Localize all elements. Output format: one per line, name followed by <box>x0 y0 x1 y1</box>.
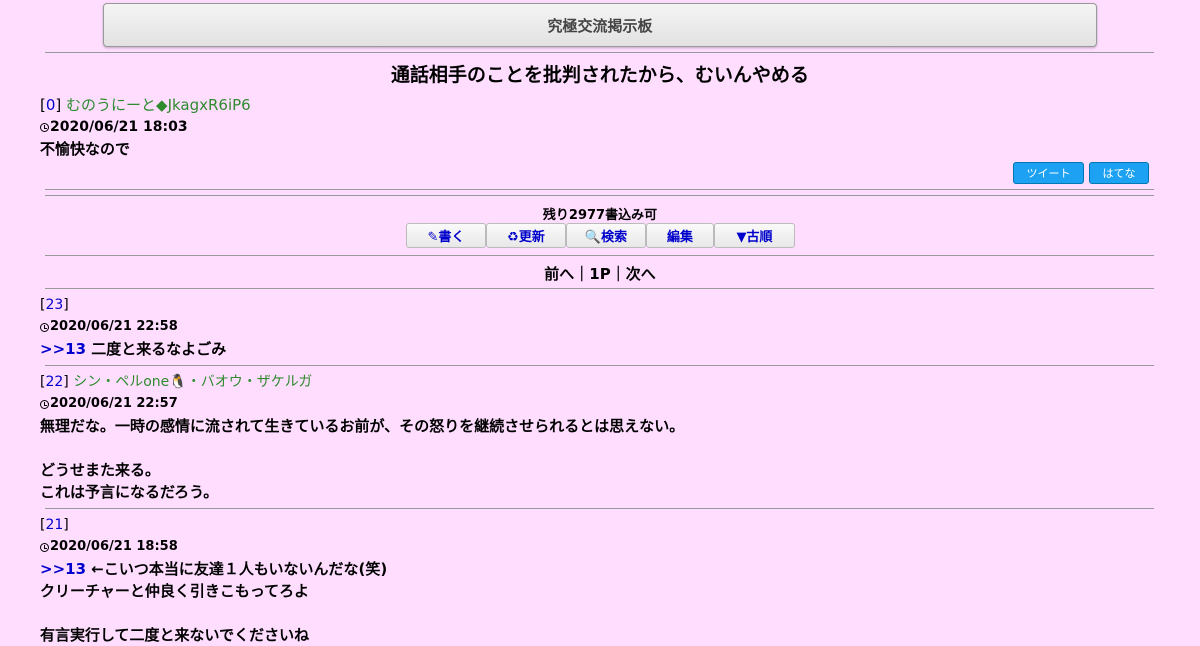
clock-icon <box>40 399 49 409</box>
post-date-row: 2020/06/21 22:57 <box>40 393 1150 415</box>
post-body-line: >>13 二度と来るなよごみ <box>40 338 1150 360</box>
nav-button-row: ✎書く ♻更新 🔍検索 編集 ▼古順 <box>406 223 795 248</box>
post-text: ←こいつ本当に友達１人もいないんだな(笑) <box>91 560 388 578</box>
post-date: 2020/06/21 22:58 <box>50 319 178 334</box>
post-number-link[interactable]: 0 <box>46 96 56 114</box>
pager-prev[interactable]: 前へ <box>544 265 574 283</box>
refresh-button[interactable]: ♻更新 <box>486 223 566 248</box>
clock-icon <box>40 122 49 132</box>
post-number-link[interactable]: 22 <box>45 374 63 390</box>
post-header: [22] シン・ペルone🐧・バオウ・ザケルガ <box>40 374 313 390</box>
op-post: [0] むのうにーと◆JkagxR6iP6 2020/06/21 18:03 不… <box>40 94 1150 160</box>
reply-anchor-link[interactable]: >>13 <box>40 340 86 358</box>
pager-separator: ｜ <box>574 265 590 283</box>
post-body-line: 有言実行して二度と来ないでくださいね <box>40 626 310 644</box>
post-text: 二度と来るなよごみ <box>91 340 227 358</box>
post-author: むのうにーと◆JkagxR6iP6 <box>66 96 251 114</box>
thread-title: 通話相手のことを批判されたから、むいんやめる <box>390 64 809 86</box>
hatena-button[interactable]: はてな <box>1089 162 1149 184</box>
pager-current[interactable]: 1P <box>589 265 610 283</box>
post-body: 不愉快なので <box>40 140 131 158</box>
post-body-line: >>13 ←こいつ本当に友達１人もいないんだな(笑) <box>40 558 1150 580</box>
post-body-line <box>40 602 1150 624</box>
post-date-row: 2020/06/21 18:58 <box>40 536 1150 558</box>
post-header: [23] <box>40 297 69 313</box>
divider <box>45 189 1154 190</box>
pager-next[interactable]: 次へ <box>626 265 656 283</box>
tweet-button[interactable]: ツイート <box>1013 162 1084 184</box>
post-number-link[interactable]: 23 <box>45 297 63 313</box>
pager-separator: ｜ <box>610 265 626 283</box>
remaining-count: 残り2977書込み可 <box>542 208 658 223</box>
post-date: 2020/06/21 18:03 <box>50 119 188 135</box>
sort-old-button[interactable]: ▼古順 <box>714 223 795 248</box>
post: [23] 2020/06/21 22:58 >>13 二度と来るなよごみ <box>40 294 1150 360</box>
post-body-line <box>40 437 1150 459</box>
post: [22] シン・ペルone🐧・バオウ・ザケルガ 2020/06/21 22:57… <box>40 371 1150 503</box>
post-date: 2020/06/21 22:57 <box>50 396 178 411</box>
post-number-link[interactable]: 21 <box>45 517 63 533</box>
board-title[interactable]: 究極交流掲示板 <box>547 15 652 36</box>
post-header: [21] <box>40 517 69 533</box>
edit-button[interactable]: 編集 <box>646 223 714 248</box>
divider <box>45 508 1154 509</box>
post-body-line: クリーチャーと仲良く引きこもってろよ <box>40 582 310 600</box>
clock-icon <box>40 322 49 332</box>
post-date-row: 2020/06/21 18:03 <box>40 116 1150 138</box>
post-author: シン・ペルone🐧・バオウ・ザケルガ <box>73 374 313 390</box>
divider <box>45 195 1154 196</box>
search-button[interactable]: 🔍検索 <box>566 223 646 248</box>
clock-icon <box>40 542 49 552</box>
post-body-line: どうせまた来る。 <box>40 461 161 479</box>
write-button[interactable]: ✎書く <box>406 223 486 248</box>
divider <box>45 288 1154 289</box>
divider <box>45 52 1154 53</box>
reply-anchor-link[interactable]: >>13 <box>40 560 86 578</box>
post: [21] 2020/06/21 18:58 >>13 ←こいつ本当に友達１人もい… <box>40 514 1150 646</box>
board-header[interactable]: 究極交流掲示板 <box>103 3 1097 47</box>
post-date: 2020/06/21 18:58 <box>50 539 178 554</box>
post-body-line: 無理だな。一時の感情に流されて生きているお前が、その怒りを継続させられるとは思え… <box>40 417 685 435</box>
post-date-row: 2020/06/21 22:58 <box>40 316 1150 338</box>
post-body-line: これは予言になるだろう。 <box>40 483 219 501</box>
pager: 前へ｜1P｜次へ <box>0 263 1200 284</box>
divider <box>45 255 1154 256</box>
post-header: [0] むのうにーと◆JkagxR6iP6 <box>40 96 251 114</box>
divider <box>45 365 1154 366</box>
